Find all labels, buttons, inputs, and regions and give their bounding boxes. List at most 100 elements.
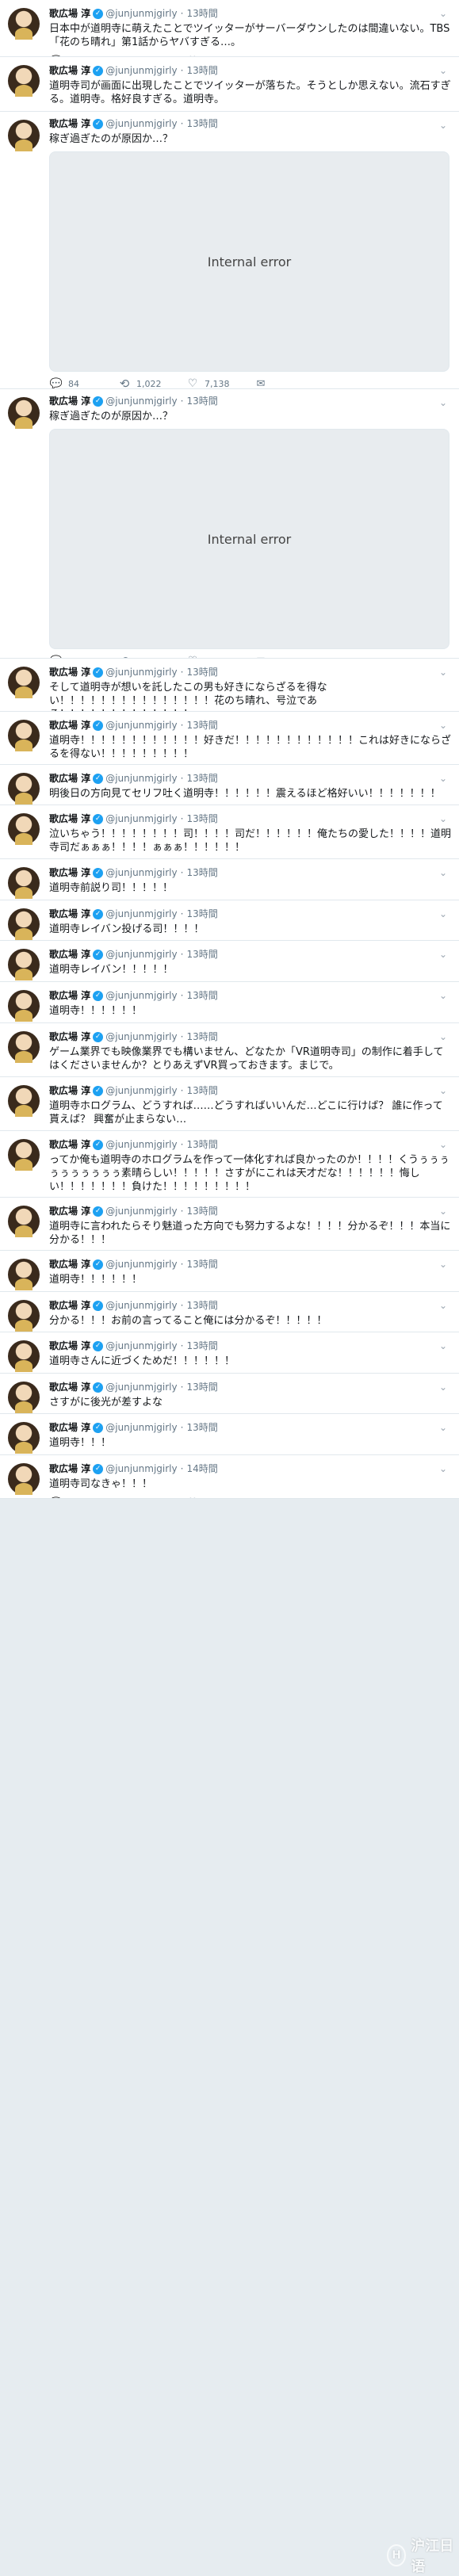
tweet[interactable]: ⌄ 歌広場 淳 ✓ @junjunmjgirly · 13時間 道明寺レイバン投げる司！！！… xyxy=(0,900,459,941)
chevron-down-icon[interactable]: ⌄ xyxy=(437,397,449,408)
author-handle[interactable]: @junjunmjgirly xyxy=(105,990,177,1002)
tweet-timestamp[interactable]: 13時間 xyxy=(186,1206,217,1217)
tweet-timestamp[interactable]: 13時間 xyxy=(186,867,217,879)
author-name[interactable]: 歌広場 淳 xyxy=(49,813,90,825)
tweet[interactable]: ⌄ 歌広場 淳 ✓ @junjunmjgirly · 13時間 道明寺に言われたらそり魅道っ… xyxy=(0,1198,459,1251)
tweet-timestamp[interactable]: 13時間 xyxy=(186,1340,217,1352)
avatar[interactable] xyxy=(8,990,40,1022)
avatar[interactable] xyxy=(8,867,40,899)
author-name[interactable]: 歌広場 淳 xyxy=(49,667,90,678)
chevron-down-icon[interactable]: ⌄ xyxy=(437,1422,449,1433)
tweet[interactable]: ⌄ 歌広場 淳 ✓ @junjunmjgirly · 13時間 道明寺ホログラム、どうすれば… xyxy=(0,1077,459,1131)
avatar[interactable] xyxy=(8,120,40,151)
author-handle[interactable]: @junjunmjgirly xyxy=(105,813,177,825)
author-name[interactable]: 歌広場 淳 xyxy=(49,1463,90,1475)
author-name[interactable]: 歌広場 淳 xyxy=(49,1422,90,1434)
avatar[interactable] xyxy=(8,773,40,805)
reply-button[interactable]: 💬 84 xyxy=(49,378,117,389)
retweet-button[interactable]: ⟲ 2,489 xyxy=(117,1496,186,1498)
tweet[interactable]: ⌄歌広場 淳✓@junjunmjgirly·14時間道明寺司なきゃ！！！💬115… xyxy=(0,1455,459,1499)
tweet[interactable]: ⌄ 歌広場 淳 ✓ @junjunmjgirly · 13時間 日本中が道明寺に萌えたことで… xyxy=(0,0,459,57)
avatar[interactable] xyxy=(8,1085,40,1117)
tweet-timestamp[interactable]: 13時間 xyxy=(186,65,217,77)
tweet-timestamp[interactable]: 13時間 xyxy=(186,1382,217,1393)
chevron-down-icon[interactable]: ⌄ xyxy=(437,1300,449,1311)
chevron-down-icon[interactable]: ⌄ xyxy=(437,120,449,131)
avatar[interactable] xyxy=(8,1382,40,1413)
tweet-timestamp[interactable]: 13時間 xyxy=(186,720,217,732)
like-button[interactable]: ♡ 13,097 xyxy=(186,1496,254,1498)
chevron-down-icon[interactable]: ⌄ xyxy=(437,773,449,784)
tweet-timestamp[interactable]: 13時間 xyxy=(186,118,217,130)
author-handle[interactable]: @junjunmjgirly xyxy=(105,1422,177,1434)
chevron-down-icon[interactable]: ⌄ xyxy=(437,1340,449,1351)
avatar[interactable] xyxy=(8,1031,40,1063)
tweet[interactable]: ⌄歌広場 淳✓@junjunmjgirly·13時間道明寺！！！！！！💬32⟲1… xyxy=(0,982,459,1023)
author-handle[interactable]: @junjunmjgirly xyxy=(105,1259,177,1271)
author-name[interactable]: 歌広場 淳 xyxy=(49,1031,90,1043)
tweet-timestamp[interactable]: 13時間 xyxy=(186,1300,217,1312)
tweet[interactable]: ⌄ 歌広場 淳 ✓ @junjunmjgirly · 13時間 分かる！！！お前の言ってるこ… xyxy=(0,1292,459,1332)
author-name[interactable]: 歌広場 淳 xyxy=(49,867,90,879)
tweet[interactable]: ⌄歌広場 淳✓@junjunmjgirly·13時間道明寺！！！💬51⟲1,66… xyxy=(0,1414,459,1455)
tweet-timestamp[interactable]: 13時間 xyxy=(186,908,217,920)
author-name[interactable]: 歌広場 淳 xyxy=(49,396,90,407)
author-name[interactable]: 歌広場 淳 xyxy=(49,1382,90,1393)
author-name[interactable]: 歌広場 淳 xyxy=(49,1340,90,1352)
author-handle[interactable]: @junjunmjgirly xyxy=(105,8,177,20)
author-handle[interactable]: @junjunmjgirly xyxy=(105,65,177,77)
avatar[interactable] xyxy=(8,1422,40,1454)
tweet-timestamp[interactable]: 13時間 xyxy=(186,949,217,961)
tweet[interactable]: ⌄ 歌広場 淳 ✓ @junjunmjgirly · 13時間 泣いちゃう！！！！！！！！司… xyxy=(0,805,459,859)
avatar[interactable] xyxy=(8,1139,40,1171)
tweet-timestamp[interactable]: 13時間 xyxy=(186,396,217,407)
tweet-timestamp[interactable]: 13時間 xyxy=(186,773,217,785)
author-handle[interactable]: @junjunmjgirly xyxy=(105,949,177,961)
author-handle[interactable]: @junjunmjgirly xyxy=(105,908,177,920)
chevron-down-icon[interactable]: ⌄ xyxy=(437,1139,449,1150)
tweet-timestamp[interactable]: 13時間 xyxy=(186,1139,217,1151)
avatar[interactable] xyxy=(8,1259,40,1290)
chevron-down-icon[interactable]: ⌄ xyxy=(437,1031,449,1042)
author-handle[interactable]: @junjunmjgirly xyxy=(105,118,177,130)
author-handle[interactable]: @junjunmjgirly xyxy=(105,1206,177,1217)
tweet-timestamp[interactable]: 13時間 xyxy=(186,1259,217,1271)
chevron-down-icon[interactable]: ⌄ xyxy=(437,908,449,919)
author-handle[interactable]: @junjunmjgirly xyxy=(105,1139,177,1151)
chevron-down-icon[interactable]: ⌄ xyxy=(437,1085,449,1096)
tweet[interactable]: ⌄ 歌広場 淳 ✓ @junjunmjgirly · 13時間 そして道明寺が想いを託したこ… xyxy=(0,659,459,712)
avatar[interactable] xyxy=(8,949,40,980)
author-handle[interactable]: @junjunmjgirly xyxy=(105,720,177,732)
tweet[interactable]: ⌄ 歌広場 淳 ✓ @junjunmjgirly · 13時間 明後日の方向見てセリフ吐く道… xyxy=(0,765,459,805)
author-name[interactable]: 歌広場 淳 xyxy=(49,65,90,77)
author-handle[interactable]: @junjunmjgirly xyxy=(105,396,177,407)
chevron-down-icon[interactable]: ⌄ xyxy=(437,990,449,1001)
author-handle[interactable]: @junjunmjgirly xyxy=(105,867,177,879)
tweet-timestamp[interactable]: 13時間 xyxy=(186,1085,217,1097)
avatar[interactable] xyxy=(8,1340,40,1372)
author-name[interactable]: 歌広場 淳 xyxy=(49,720,90,732)
chevron-down-icon[interactable]: ⌄ xyxy=(437,1382,449,1393)
avatar[interactable] xyxy=(8,8,40,40)
chevron-down-icon[interactable]: ⌄ xyxy=(437,65,449,76)
author-name[interactable]: 歌広場 淳 xyxy=(49,8,90,20)
author-handle[interactable]: @junjunmjgirly xyxy=(105,1463,177,1475)
tweet[interactable]: ⌄ 歌広場 淳 ✓ @junjunmjgirly · 13時間 道明寺さんに近づくためだ！！… xyxy=(0,1332,459,1374)
author-name[interactable]: 歌広場 淳 xyxy=(49,1206,90,1217)
avatar[interactable] xyxy=(8,397,40,429)
author-name[interactable]: 歌広場 淳 xyxy=(49,908,90,920)
author-handle[interactable]: @junjunmjgirly xyxy=(105,1031,177,1043)
avatar[interactable] xyxy=(8,1300,40,1332)
avatar[interactable] xyxy=(8,908,40,940)
chevron-down-icon[interactable]: ⌄ xyxy=(437,1206,449,1217)
tweet-timestamp[interactable]: 13時間 xyxy=(186,813,217,825)
tweet-timestamp[interactable]: 13時間 xyxy=(186,8,217,20)
chevron-down-icon[interactable]: ⌄ xyxy=(437,720,449,731)
chevron-down-icon[interactable]: ⌄ xyxy=(437,949,449,960)
like-button[interactable]: ♡ 7,138 xyxy=(186,377,254,388)
chevron-down-icon[interactable]: ⌄ xyxy=(437,867,449,878)
author-name[interactable]: 歌広場 淳 xyxy=(49,990,90,1002)
author-name[interactable]: 歌広場 淳 xyxy=(49,1085,90,1097)
author-name[interactable]: 歌広場 淳 xyxy=(49,1259,90,1271)
tweet-timestamp[interactable]: 13時間 xyxy=(186,990,217,1002)
